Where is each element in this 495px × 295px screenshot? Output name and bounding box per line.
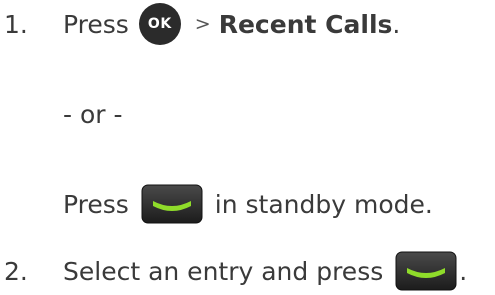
recent-calls-label: Recent Calls <box>218 9 393 39</box>
ok-key-icon: OK <box>138 3 181 45</box>
step-1-content: Press OK > Recent Calls. <box>63 3 400 45</box>
send-key-icon <box>395 251 457 291</box>
step-1-press-label: Press <box>63 9 129 39</box>
step-1-period: . <box>392 9 401 39</box>
or-label: - or - <box>63 99 123 129</box>
menu-separator: > <box>194 13 211 35</box>
step-1-number: 1. <box>4 9 28 39</box>
step-2-content: Select an entry and press . <box>63 251 467 291</box>
step-2-period: . <box>459 256 468 286</box>
step-2-text: Select an entry and press <box>63 256 384 286</box>
send-key-icon <box>141 184 203 224</box>
alternative-press-label: Press <box>63 189 129 219</box>
step-2-number: 2. <box>4 256 28 286</box>
alternative-suffix: in standby mode. <box>214 189 433 219</box>
alternative-content: Press in standby mode. <box>63 184 433 224</box>
